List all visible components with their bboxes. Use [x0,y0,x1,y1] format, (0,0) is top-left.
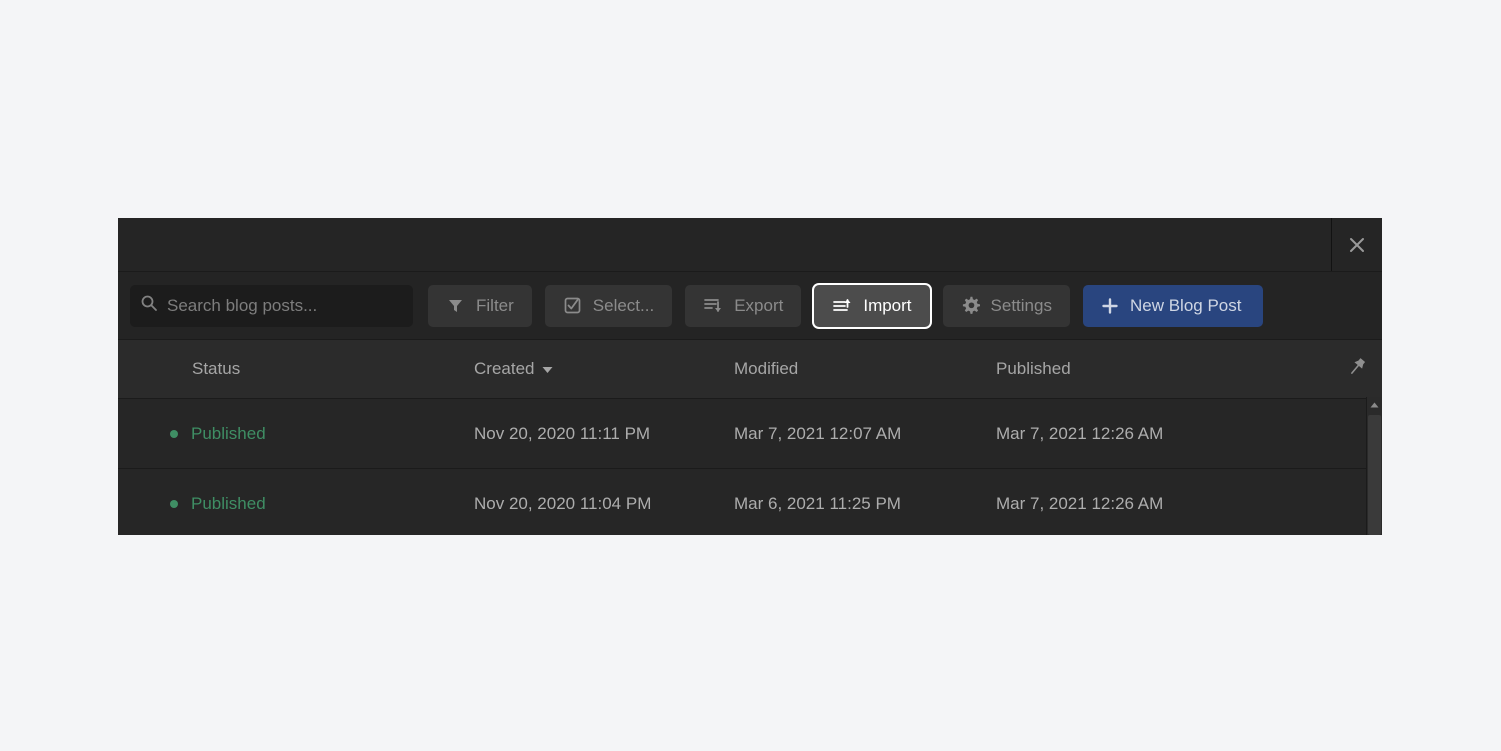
table-header-row: Status Created Modified Published [118,340,1382,399]
column-header-modified-label: Modified [734,359,799,378]
gear-icon [961,296,980,315]
cell-published: Mar 7, 2021 12:26 AM [996,423,1164,443]
blog-posts-table: Status Created Modified Published Publis… [118,340,1382,535]
window-titlebar [118,218,1382,272]
export-button-label: Export [734,295,784,315]
import-button[interactable]: Import [814,284,930,327]
table-scrollbar[interactable] [1366,397,1382,535]
search-icon [140,294,165,317]
close-icon [1347,235,1367,255]
cell-status-label: Published [191,423,266,443]
scrollbar-thumb[interactable] [1368,415,1381,535]
select-button[interactable]: Select... [544,284,673,327]
pin-icon [1346,356,1368,383]
toolbar: Filter Select... Export [118,272,1382,340]
cell-status-label: Published [191,493,266,513]
checkbox-check-icon [563,296,582,315]
close-button[interactable] [1331,218,1382,271]
table-row[interactable]: Published Nov 20, 2020 11:11 PM Mar 7, 2… [118,399,1382,469]
cell-created: Nov 20, 2020 11:04 PM [474,493,652,513]
status-dot-icon [170,499,178,508]
search-input[interactable] [165,294,403,317]
cell-status: Published [118,494,474,514]
column-header-published[interactable]: Published [996,359,1276,379]
column-header-status-label: Status [192,359,241,378]
settings-button-label: Settings [990,295,1052,315]
new-blog-post-button[interactable]: New Blog Post [1082,284,1264,327]
cell-published: Mar 7, 2021 12:26 AM [996,493,1164,513]
search-box[interactable] [130,284,413,327]
triangle-up-icon [1370,395,1379,413]
export-button[interactable]: Export [685,284,802,327]
import-up-icon [832,296,852,315]
filter-button[interactable]: Filter [428,284,532,327]
sort-descending-icon [542,359,553,379]
column-header-modified[interactable]: Modified [734,359,996,379]
pin-column-button[interactable] [1346,340,1368,398]
table-row[interactable]: Published Nov 20, 2020 11:04 PM Mar 6, 2… [118,469,1382,535]
blog-posts-panel: Filter Select... Export [118,218,1382,535]
cell-status: Published [118,424,474,444]
export-down-icon [703,296,723,315]
scrollbar-up-button[interactable] [1367,397,1382,411]
column-header-status[interactable]: Status [118,359,474,379]
filter-funnel-icon [446,296,465,315]
cell-created: Nov 20, 2020 11:11 PM [474,423,651,443]
select-button-label: Select... [592,295,655,315]
plus-icon [1101,297,1119,315]
status-dot-icon [170,429,178,438]
column-header-created-label: Created [474,359,535,378]
filter-button-label: Filter [476,295,514,315]
new-blog-post-button-label: New Blog Post [1129,295,1242,315]
import-button-label: Import [863,295,912,315]
window-title [118,218,1382,271]
column-header-created[interactable]: Created [474,359,734,379]
column-header-published-label: Published [996,359,1071,378]
settings-button[interactable]: Settings [942,284,1070,327]
cell-modified: Mar 6, 2021 11:25 PM [734,493,901,513]
cell-modified: Mar 7, 2021 12:07 AM [734,423,902,443]
